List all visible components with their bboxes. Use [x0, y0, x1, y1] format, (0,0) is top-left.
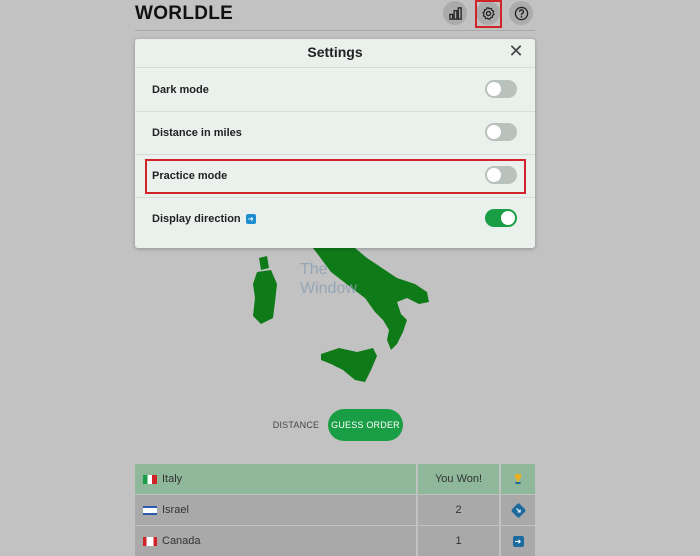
- guess-country: Italy: [162, 473, 183, 485]
- direction-arrow-icon: ➜: [512, 535, 524, 547]
- guess-result: 1: [418, 526, 499, 556]
- bar-chart-icon: [448, 6, 462, 20]
- stats-button[interactable]: [443, 1, 467, 25]
- setting-label: Dark mode: [152, 83, 209, 96]
- practice-mode-highlight: [145, 159, 526, 194]
- setting-distance-miles: Distance in miles: [135, 111, 535, 155]
- watermark-line-2: Window: [300, 280, 357, 297]
- guess-row: Canada 1 ➜: [135, 526, 535, 556]
- close-icon[interactable]: ✕: [508, 42, 524, 60]
- guess-result: 2: [418, 495, 499, 525]
- direction-arrow-icon: ➜: [510, 502, 526, 518]
- setting-dark-mode: Dark mode: [135, 68, 535, 112]
- setting-label: Display direction: [152, 212, 241, 225]
- canada-flag: [143, 536, 157, 546]
- watermark-line-1: The: [300, 261, 328, 278]
- guess-result: You Won!: [418, 464, 499, 494]
- toggle-knob: [501, 211, 515, 225]
- guess-country: Israel: [162, 504, 189, 516]
- israel-flag: [143, 505, 157, 515]
- toggle-knob: [487, 82, 501, 96]
- italy-flag: [143, 474, 157, 484]
- guess-row: Italy You Won!: [135, 464, 535, 494]
- arrow-info-icon: ➜: [245, 213, 256, 224]
- settings-highlight: [475, 0, 502, 28]
- dark-mode-toggle[interactable]: [485, 80, 517, 98]
- guess-order-tab[interactable]: GUESS ORDER: [328, 409, 403, 441]
- settings-title: Settings: [307, 44, 363, 60]
- trophy-icon: [515, 474, 521, 484]
- setting-display-direction: Display direction ➜: [135, 197, 535, 240]
- question-mark-icon: [514, 6, 528, 20]
- setting-label: Distance in miles: [152, 126, 242, 139]
- display-direction-toggle[interactable]: [485, 209, 517, 227]
- distance-tab[interactable]: DISTANCE: [266, 409, 326, 441]
- help-button[interactable]: [509, 1, 533, 25]
- watermark: The Window: [300, 260, 357, 298]
- settings-modal: Settings ✕ Dark mode Distance in miles P…: [135, 39, 535, 248]
- guess-row: Israel 2 ➜: [135, 495, 535, 525]
- app-logo: WORLDLE: [135, 3, 234, 24]
- toggle-knob: [487, 125, 501, 139]
- guess-country: Canada: [162, 535, 201, 547]
- distance-miles-toggle[interactable]: [485, 123, 517, 141]
